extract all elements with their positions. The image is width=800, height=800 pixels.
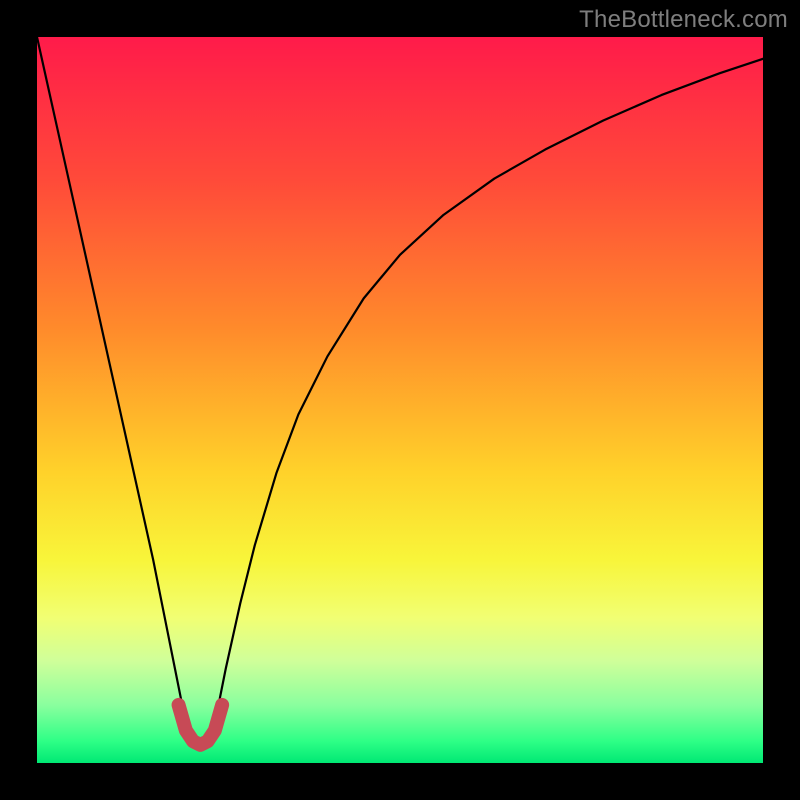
plot-area [37, 37, 763, 763]
background-gradient [37, 37, 763, 763]
watermark-label: TheBottleneck.com [579, 6, 788, 34]
chart-frame: TheBottleneck.com [0, 0, 800, 800]
